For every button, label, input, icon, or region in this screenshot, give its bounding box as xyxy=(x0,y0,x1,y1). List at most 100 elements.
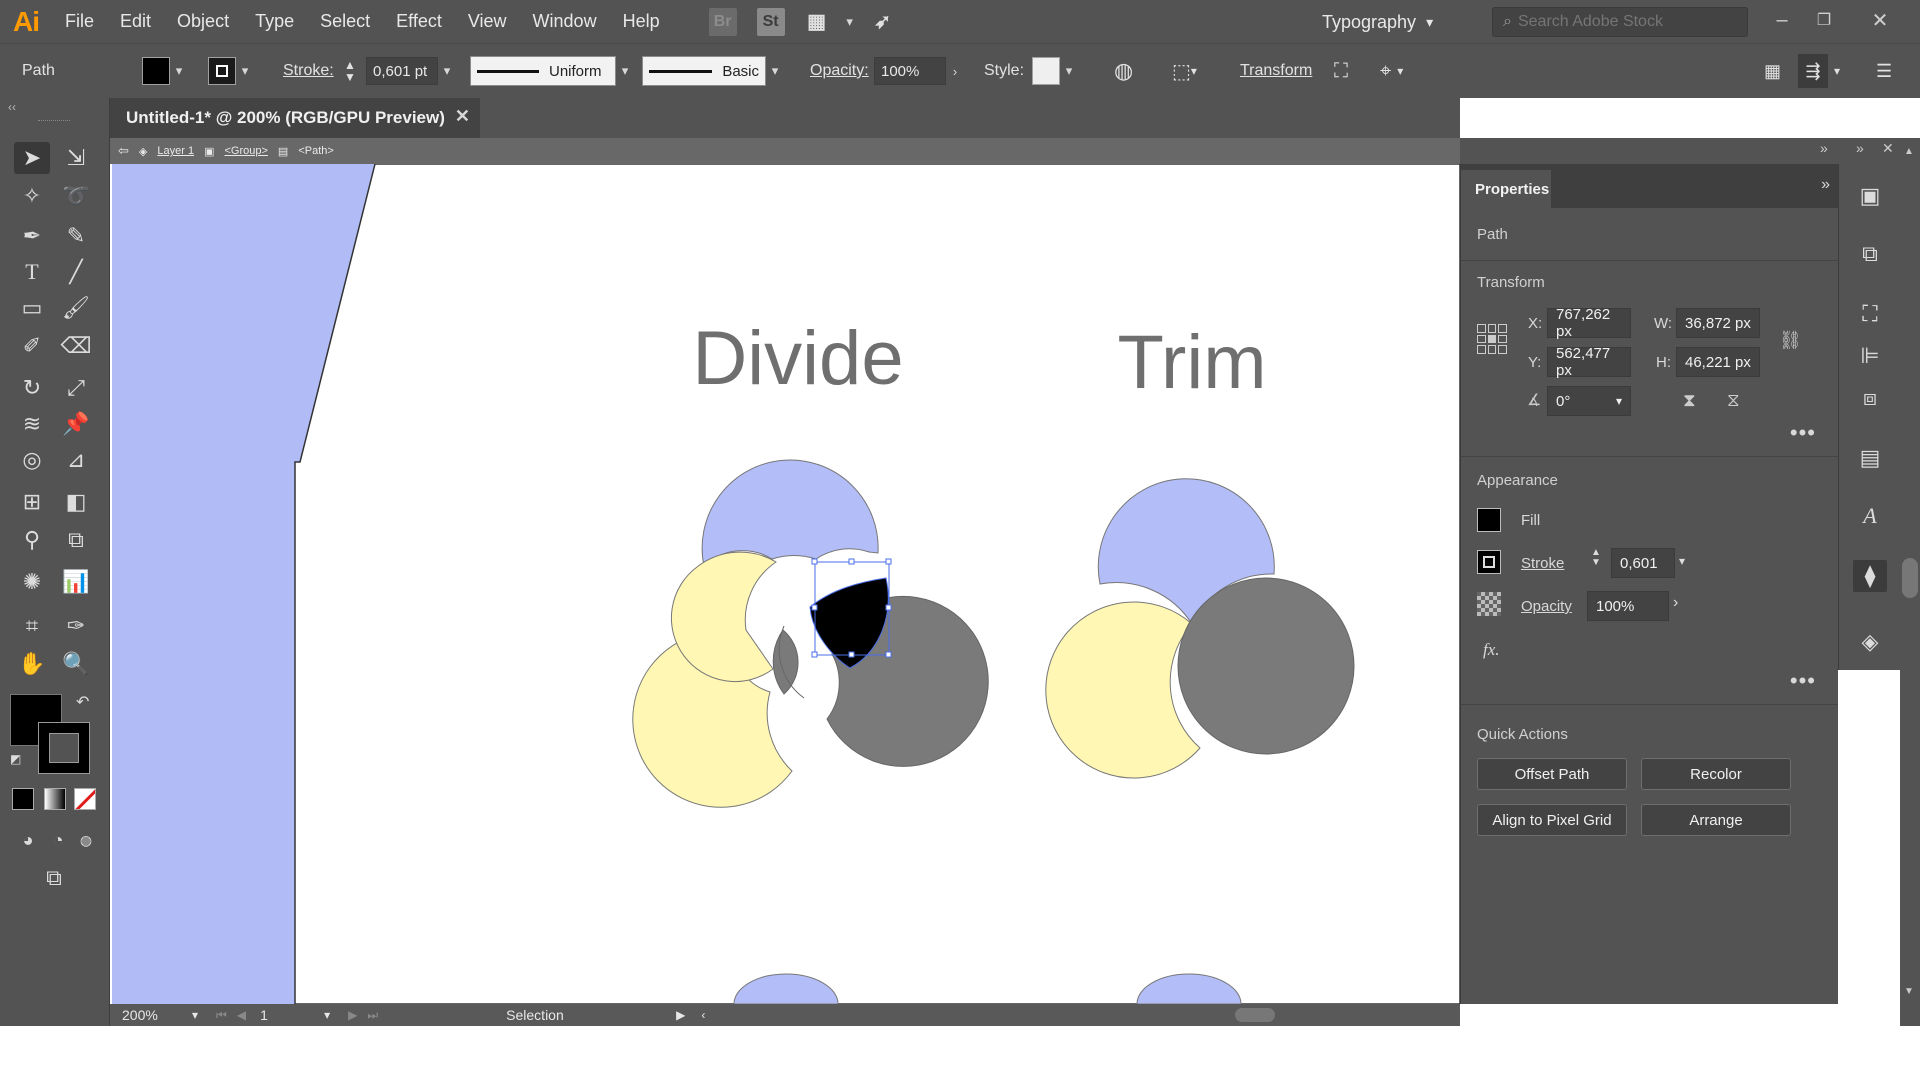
shaper-tool-icon[interactable]: ✐ xyxy=(14,330,50,362)
magic-wand-tool-icon[interactable]: ✧ xyxy=(14,180,50,212)
rotate-field[interactable]: 0° ▾ xyxy=(1547,386,1631,416)
breadcrumb-layer[interactable]: Layer 1 xyxy=(157,145,194,157)
collapse-panel-icon[interactable]: » xyxy=(1821,176,1830,194)
expand-strip-icon[interactable]: » xyxy=(1856,140,1864,156)
chevron-down-icon[interactable]: ▾ xyxy=(324,1008,330,1022)
w-field[interactable]: 36,872 px xyxy=(1676,308,1760,338)
character-panel-icon[interactable]: A xyxy=(1853,500,1887,532)
draw-inside-icon[interactable]: ◍ xyxy=(68,824,104,856)
vertical-scrollbar[interactable]: ▲ ▼ xyxy=(1900,138,1920,1026)
opacity-label[interactable]: Opacity xyxy=(1521,598,1572,615)
width-tool-icon[interactable]: ≋ xyxy=(14,408,50,440)
opacity-field[interactable]: 100% xyxy=(1587,591,1669,621)
panel-menu-icon[interactable]: ⇶ xyxy=(1798,54,1828,88)
none-mode-icon[interactable] xyxy=(74,788,96,810)
eraser-tool-icon[interactable]: ⌫ xyxy=(58,330,94,362)
menu-select[interactable]: Select xyxy=(307,0,383,43)
stroke-label[interactable]: Stroke: xyxy=(283,54,334,88)
y-field[interactable]: 562,477 px xyxy=(1547,345,1631,379)
selection-tool-icon[interactable]: ➤ xyxy=(14,142,50,174)
minimize-icon[interactable]: – xyxy=(1762,4,1802,36)
more-appearance-icon[interactable]: ••• xyxy=(1790,668,1816,694)
puppet-warp-icon[interactable]: ⌖ ▾ xyxy=(1380,54,1403,88)
offset-path-button[interactable]: Offset Path xyxy=(1477,758,1627,790)
zoom-tool-icon[interactable]: 🔍 xyxy=(58,648,94,680)
line-segment-tool-icon[interactable]: ╱ xyxy=(58,256,94,288)
collapse-toolbar-icon[interactable]: ‹‹ xyxy=(8,100,16,114)
close-icon[interactable]: ✕ xyxy=(1860,4,1900,36)
scroll-up-icon[interactable]: ▲ xyxy=(1904,146,1914,157)
stroke-color-box[interactable] xyxy=(1477,550,1501,574)
stroke-label[interactable]: Stroke xyxy=(1521,555,1564,572)
menu-window[interactable]: Window xyxy=(520,0,610,43)
opacity-label[interactable]: Opacity: xyxy=(810,54,869,88)
swap-fill-stroke-icon[interactable]: ↶ xyxy=(76,692,89,712)
rectangle-tool-icon[interactable]: ▭ xyxy=(14,292,50,324)
scale-tool-icon[interactable]: ⤢ xyxy=(58,372,94,404)
pathfinder-icon[interactable]: ⧈ xyxy=(1853,382,1887,414)
h-field[interactable]: 46,221 px xyxy=(1676,347,1760,377)
stroke-stepper[interactable]: ▲ ▼ xyxy=(1591,548,1601,568)
menu-edit[interactable]: Edit xyxy=(107,0,164,43)
document-tab[interactable]: Untitled-1* @ 200% (RGB/GPU Preview) ✕ xyxy=(110,98,480,138)
chevron-down-icon[interactable]: ▾ xyxy=(170,63,188,79)
flip-vertical-icon[interactable]: ⧖ xyxy=(1727,390,1740,411)
chevron-right-icon[interactable]: › xyxy=(1673,594,1678,612)
menu-type[interactable]: Type xyxy=(242,0,307,43)
opacity-field[interactable]: 100% xyxy=(874,57,946,85)
align-to-selection-icon[interactable]: ⬚ ▾ xyxy=(1172,54,1197,88)
canvas[interactable]: Divide Trim xyxy=(112,164,1460,1004)
fill-swatch[interactable] xyxy=(142,57,170,85)
pen-tool-icon[interactable]: ✒ xyxy=(14,220,50,252)
hamburger-icon[interactable]: ☰ xyxy=(1876,54,1892,88)
stroke-swatch[interactable] xyxy=(208,57,236,85)
graphic-style-swatch[interactable] xyxy=(1032,57,1060,85)
horizontal-scrollbar-thumb[interactable] xyxy=(1235,1008,1276,1022)
transform-panel-icon[interactable]: ⛶ xyxy=(1853,298,1887,330)
effects-label[interactable]: fx. xyxy=(1483,640,1500,660)
menu-effect[interactable]: Effect xyxy=(383,0,455,43)
menu-file[interactable]: File xyxy=(52,0,107,43)
first-artboard-icon[interactable]: ⏮ xyxy=(216,1008,227,1023)
blend-tool-icon[interactable]: ⧉ xyxy=(58,524,94,556)
transform-link[interactable]: Transform xyxy=(1240,54,1312,88)
chevron-down-icon[interactable]: ▾ xyxy=(1679,554,1685,568)
chevron-down-icon[interactable]: ▾ xyxy=(192,1008,198,1022)
vertical-scrollbar-thumb[interactable] xyxy=(1902,558,1918,598)
gradient-panel-icon[interactable]: ▤ xyxy=(1853,442,1887,474)
chevron-right-icon[interactable]: › xyxy=(946,64,964,79)
status-menu-icon[interactable]: ▶ xyxy=(676,1008,685,1022)
close-tab-icon[interactable]: ✕ xyxy=(455,106,470,127)
brush-definition[interactable]: Basic xyxy=(642,56,766,86)
stroke-stepper[interactable]: ▲ ▼ xyxy=(344,54,356,88)
chevron-down-icon[interactable]: ▾ xyxy=(616,63,634,79)
stroke-weight-field[interactable]: 0,601 xyxy=(1611,548,1675,578)
stroke-weight-field[interactable]: 0,601 pt xyxy=(366,57,438,85)
libraries-icon[interactable]: ▣ xyxy=(1853,180,1887,212)
flip-horizontal-icon[interactable]: ⧗ xyxy=(1683,390,1696,411)
restore-icon[interactable]: ❐ xyxy=(1804,4,1844,36)
menu-object[interactable]: Object xyxy=(164,0,242,43)
properties-tab[interactable]: Properties xyxy=(1461,170,1551,208)
chevron-down-icon[interactable]: ▾ xyxy=(766,63,784,79)
arrange-grid-icon[interactable]: ▦ xyxy=(1764,54,1781,88)
search-input[interactable] xyxy=(1517,13,1718,31)
layers-panel-icon[interactable]: ◈ xyxy=(1853,626,1887,658)
chevron-down-icon[interactable]: ▾ xyxy=(841,14,859,30)
expand-panels-icon[interactable]: » xyxy=(1820,140,1828,156)
shape-builder-tool-icon[interactable]: ◎ xyxy=(14,444,50,476)
curvature-tool-icon[interactable]: ✎ xyxy=(58,220,94,252)
puppet-warp-tool-icon[interactable]: 📌 xyxy=(58,408,94,440)
chevron-down-icon[interactable]: ▾ xyxy=(438,63,456,79)
color-mode-icon[interactable] xyxy=(12,788,34,810)
gradient-mode-icon[interactable] xyxy=(44,788,66,810)
variable-width-profile[interactable]: Uniform xyxy=(470,56,616,86)
symbol-sprayer-tool-icon[interactable]: ✺ xyxy=(14,566,50,598)
type-tool-icon[interactable]: T xyxy=(14,256,50,288)
hand-tool-icon[interactable]: ✋ xyxy=(14,648,50,680)
reference-point-icon[interactable] xyxy=(1477,324,1507,354)
isolate-group-icon[interactable]: ⛶ xyxy=(1334,54,1348,88)
more-options-icon[interactable]: ••• xyxy=(1790,420,1816,446)
workspace-switcher[interactable]: Typography ▾ xyxy=(1322,7,1433,37)
gpu-performance-icon[interactable]: ➶ xyxy=(869,8,897,36)
